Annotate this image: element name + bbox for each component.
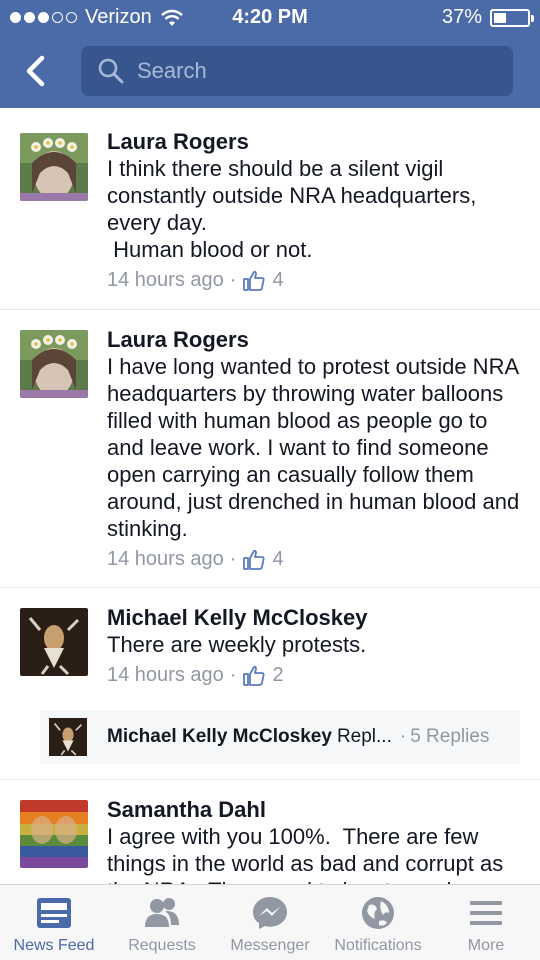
messenger-icon bbox=[253, 897, 287, 929]
battery-percent: 37% bbox=[441, 6, 482, 28]
requests-icon bbox=[145, 898, 179, 927]
news-feed-icon bbox=[37, 898, 71, 928]
tab-label: Requests bbox=[128, 937, 196, 954]
search-icon bbox=[98, 58, 124, 84]
like-count: 4 bbox=[272, 269, 284, 291]
separator: · bbox=[229, 664, 237, 686]
reply-snippet: Repl... bbox=[336, 726, 392, 747]
commenter-name[interactable]: Michael Kelly McCloskey bbox=[107, 604, 522, 631]
avatar[interactable] bbox=[20, 800, 88, 868]
tab-notifications[interactable]: Notifications bbox=[324, 885, 432, 960]
comment-item: Michael Kelly McCloskey There are weekly… bbox=[0, 588, 540, 780]
tab-bar: News Feed Requests Messenger Notificatio… bbox=[0, 884, 540, 960]
comment-text: I think there should be a silent vigil c… bbox=[107, 156, 477, 262]
battery-icon bbox=[490, 8, 534, 27]
tab-news-feed[interactable]: News Feed bbox=[0, 885, 108, 960]
comment-meta: 14 hours ago · 4 bbox=[107, 269, 522, 292]
reply-author: Michael Kelly McCloskey bbox=[107, 726, 332, 747]
search-placeholder: Search bbox=[137, 58, 207, 83]
tab-label: More bbox=[467, 937, 505, 954]
comment-item: Samantha Dahl I agree with you 100%. The… bbox=[0, 780, 540, 884]
separator: · bbox=[399, 726, 407, 747]
header-bar: Verizon 4:20 PM 37% Search bbox=[0, 0, 540, 108]
reply-count: 5 Replies bbox=[410, 726, 490, 747]
back-chevron-icon[interactable] bbox=[20, 54, 54, 88]
tab-label: News Feed bbox=[13, 937, 95, 954]
avatar bbox=[49, 718, 87, 756]
battery-group: 37% bbox=[441, 6, 534, 29]
like-thumb-icon[interactable] bbox=[242, 270, 266, 292]
comment-meta: 14 hours ago · 2 bbox=[107, 664, 522, 687]
commenter-name[interactable]: Samantha Dahl bbox=[107, 796, 522, 823]
like-thumb-icon[interactable] bbox=[242, 549, 266, 571]
avatar[interactable] bbox=[20, 133, 88, 201]
like-count: 4 bbox=[272, 548, 284, 570]
tab-more[interactable]: More bbox=[432, 885, 540, 960]
commenter-name[interactable]: Laura Rogers bbox=[107, 128, 522, 155]
comment-text: There are weekly protests. bbox=[107, 632, 367, 657]
avatar[interactable] bbox=[20, 608, 88, 676]
comment-item: Laura Rogers I have long wanted to prote… bbox=[0, 310, 540, 588]
tab-label: Messenger bbox=[230, 937, 310, 954]
comment-meta: 14 hours ago · 4 bbox=[107, 548, 522, 571]
replies-preview[interactable]: Michael Kelly McCloskey Repl... · 5 Repl… bbox=[40, 710, 520, 764]
comment-time: 14 hours ago bbox=[107, 269, 224, 291]
tab-requests[interactable]: Requests bbox=[108, 885, 216, 960]
separator: · bbox=[229, 269, 237, 291]
comment-time: 14 hours ago bbox=[107, 664, 224, 686]
comment-item: Laura Rogers I think there should be a s… bbox=[0, 108, 540, 310]
separator: · bbox=[229, 548, 237, 570]
like-count: 2 bbox=[272, 664, 284, 686]
tab-label: Notifications bbox=[334, 937, 422, 954]
more-icon bbox=[470, 901, 502, 925]
search-input[interactable]: Search bbox=[81, 46, 513, 96]
like-thumb-icon[interactable] bbox=[242, 665, 266, 687]
comment-time: 14 hours ago bbox=[107, 548, 224, 570]
notifications-icon bbox=[362, 897, 394, 929]
status-bar: Verizon 4:20 PM 37% bbox=[0, 0, 540, 36]
commenter-name[interactable]: Laura Rogers bbox=[107, 326, 522, 353]
comment-text: I have long wanted to protest outside NR… bbox=[107, 354, 526, 541]
tab-messenger[interactable]: Messenger bbox=[216, 885, 324, 960]
avatar[interactable] bbox=[20, 330, 88, 398]
comment-text: I agree with you 100%. There are few thi… bbox=[107, 824, 504, 884]
